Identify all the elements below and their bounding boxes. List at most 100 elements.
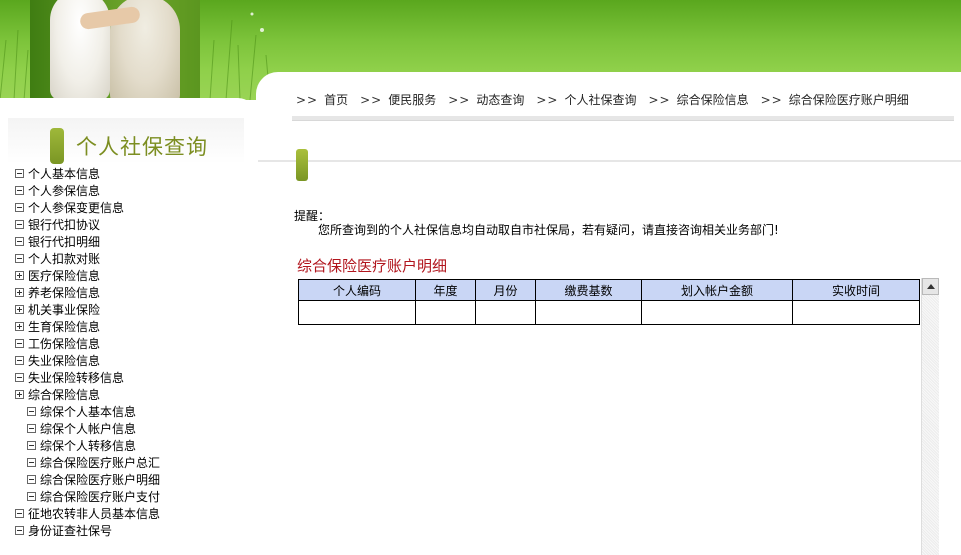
- sidebar-tree-item[interactable]: 个人参保变更信息: [15, 200, 160, 217]
- sidebar-tree-item[interactable]: 征地农转非人员基本信息: [15, 506, 160, 523]
- collapse-minus-icon[interactable]: [27, 492, 36, 501]
- collapse-minus-icon[interactable]: [15, 509, 24, 518]
- sidebar-item-label: 工伤保险信息: [28, 337, 101, 351]
- expand-plus-icon[interactable]: [15, 390, 24, 399]
- section-marker: [296, 149, 308, 181]
- breadcrumb-link[interactable]: 便民服务: [388, 93, 436, 107]
- expand-plus-icon[interactable]: [15, 271, 24, 280]
- column-header: 实收时间: [792, 279, 920, 301]
- table-cell: [298, 300, 416, 325]
- sidebar-item-label: 综合保险医疗账户明细: [40, 473, 161, 487]
- sidebar-title: 个人社保查询: [76, 135, 208, 159]
- breadcrumb-separator: >>: [760, 93, 783, 107]
- sidebar-tree-item[interactable]: 综保个人帐户信息: [15, 421, 160, 438]
- sidebar-tree-item[interactable]: 个人参保信息: [15, 183, 160, 200]
- collapse-minus-icon[interactable]: [15, 254, 24, 263]
- sidebar-item-label: 个人扣款对账: [28, 252, 101, 266]
- sidebar-tree-item[interactable]: 医疗保险信息: [15, 268, 160, 285]
- collapse-minus-icon[interactable]: [27, 458, 36, 467]
- table-cell: [641, 300, 793, 325]
- breadcrumb-separator: >>: [360, 93, 383, 107]
- collapse-minus-icon[interactable]: [27, 441, 36, 450]
- sidebar-item-label: 综保个人转移信息: [40, 439, 137, 453]
- sidebar-tree-item[interactable]: 身份证查社保号: [15, 523, 160, 540]
- sidebar-tree-item[interactable]: 银行代扣明细: [15, 234, 160, 251]
- breadcrumb-separator: >>: [448, 93, 471, 107]
- breadcrumb-separator: >>: [296, 93, 319, 107]
- collapse-minus-icon[interactable]: [27, 424, 36, 433]
- breadcrumb-separator: >>: [648, 93, 671, 107]
- sidebar-item-label: 综合保险医疗账户总汇: [40, 456, 161, 470]
- collapse-minus-icon[interactable]: [15, 237, 24, 246]
- sidebar-item-label: 银行代扣协议: [28, 218, 101, 232]
- sidebar-tree-item[interactable]: 生育保险信息: [15, 319, 160, 336]
- table-cell: [415, 300, 476, 325]
- expand-plus-icon[interactable]: [15, 305, 24, 314]
- sidebar-item-label: 征地农转非人员基本信息: [28, 507, 161, 521]
- collapse-minus-icon[interactable]: [15, 526, 24, 535]
- section-divider: [258, 160, 961, 162]
- sidebar-tree-item[interactable]: 机关事业保险: [15, 302, 160, 319]
- sidebar-tree-item[interactable]: 个人基本信息: [15, 166, 160, 183]
- table-title: 综合保险医疗账户明细: [297, 257, 448, 275]
- sidebar-item-label: 综合保险信息: [28, 388, 101, 402]
- breadcrumb: >> 首页 >> 便民服务 >> 动态查询 >> 个人社保查询 >> 综合保险信息 >> 综合保险医疗…: [296, 91, 921, 109]
- expand-plus-icon[interactable]: [15, 322, 24, 331]
- sidebar-item-label: 身份证查社保号: [28, 524, 113, 538]
- sidebar-tree-item[interactable]: 失业保险转移信息: [15, 370, 160, 387]
- column-header: 年度: [415, 279, 476, 301]
- breadcrumb-divider: [292, 116, 954, 121]
- sidebar-tree-item[interactable]: 银行代扣协议: [15, 217, 160, 234]
- panel-corner: [848, 72, 878, 92]
- collapse-minus-icon[interactable]: [15, 220, 24, 229]
- notice-text: 您所查询到的个人社保信息均自动取自市社保局，若有疑问，请直接咨询相关业务部门!: [318, 223, 779, 237]
- collapse-minus-icon[interactable]: [15, 373, 24, 382]
- vertical-scrollbar[interactable]: [921, 278, 939, 555]
- breadcrumb-separator: >>: [536, 93, 559, 107]
- column-header: 缴费基数: [535, 279, 642, 301]
- breadcrumb-link[interactable]: 首页: [324, 93, 348, 107]
- sidebar-tree-item[interactable]: 失业保险信息: [15, 353, 160, 370]
- sidebar-tree-item[interactable]: 个人扣款对账: [15, 251, 160, 268]
- collapse-minus-icon[interactable]: [15, 169, 24, 178]
- collapse-minus-icon[interactable]: [15, 203, 24, 212]
- sidebar-item-label: 综合保险医疗账户支付: [40, 490, 161, 504]
- sidebar-tree-item[interactable]: 综合保险医疗账户明细: [15, 472, 160, 489]
- sidebar-tree-item[interactable]: 综保个人基本信息: [15, 404, 160, 421]
- collapse-minus-icon[interactable]: [27, 407, 36, 416]
- column-header: 个人编码: [298, 279, 416, 301]
- sidebar-item-label: 个人基本信息: [28, 167, 101, 181]
- sidebar-item-label: 综保个人基本信息: [40, 405, 137, 419]
- sidebar-item-label: 机关事业保险: [28, 303, 101, 317]
- table-cell: [475, 300, 536, 325]
- sidebar-item-label: 失业保险转移信息: [28, 371, 125, 385]
- account-detail-table: 个人编码 年度 月份 缴费基数 划入帐户金额 实收时间: [298, 279, 920, 325]
- collapse-minus-icon[interactable]: [27, 475, 36, 484]
- sidebar-item-label: 银行代扣明细: [28, 235, 101, 249]
- sidebar-item-label: 医疗保险信息: [28, 269, 101, 283]
- collapse-minus-icon[interactable]: [15, 356, 24, 365]
- table-cell: [535, 300, 642, 325]
- scroll-up-arrow-icon[interactable]: [922, 278, 939, 295]
- column-header: 月份: [475, 279, 536, 301]
- table-cell: [792, 300, 920, 325]
- collapse-minus-icon[interactable]: [15, 339, 24, 348]
- breadcrumb-link[interactable]: 综合保险信息: [677, 93, 749, 107]
- sidebar-tree-item[interactable]: 综保个人转移信息: [15, 438, 160, 455]
- breadcrumb-link[interactable]: 综合保险医疗账户明细: [789, 93, 909, 107]
- sidebar-tree-item[interactable]: 综合保险信息: [15, 387, 160, 404]
- sidebar-item-label: 养老保险信息: [28, 286, 101, 300]
- sidebar-tree-item[interactable]: 综合保险医疗账户支付: [15, 489, 160, 506]
- breadcrumb-link[interactable]: 动态查询: [476, 93, 524, 107]
- sidebar-tree-item[interactable]: 综合保险医疗账户总汇: [15, 455, 160, 472]
- sidebar-item-label: 生育保险信息: [28, 320, 101, 334]
- column-header: 划入帐户金额: [641, 279, 793, 301]
- expand-plus-icon[interactable]: [15, 288, 24, 297]
- sidebar-tree-item[interactable]: 养老保险信息: [15, 285, 160, 302]
- table-row: [298, 300, 920, 325]
- sidebar-item-label: 个人参保变更信息: [28, 201, 125, 215]
- sidebar-item-label: 失业保险信息: [28, 354, 101, 368]
- breadcrumb-link[interactable]: 个人社保查询: [564, 93, 636, 107]
- sidebar-tree-item[interactable]: 工伤保险信息: [15, 336, 160, 353]
- collapse-minus-icon[interactable]: [15, 186, 24, 195]
